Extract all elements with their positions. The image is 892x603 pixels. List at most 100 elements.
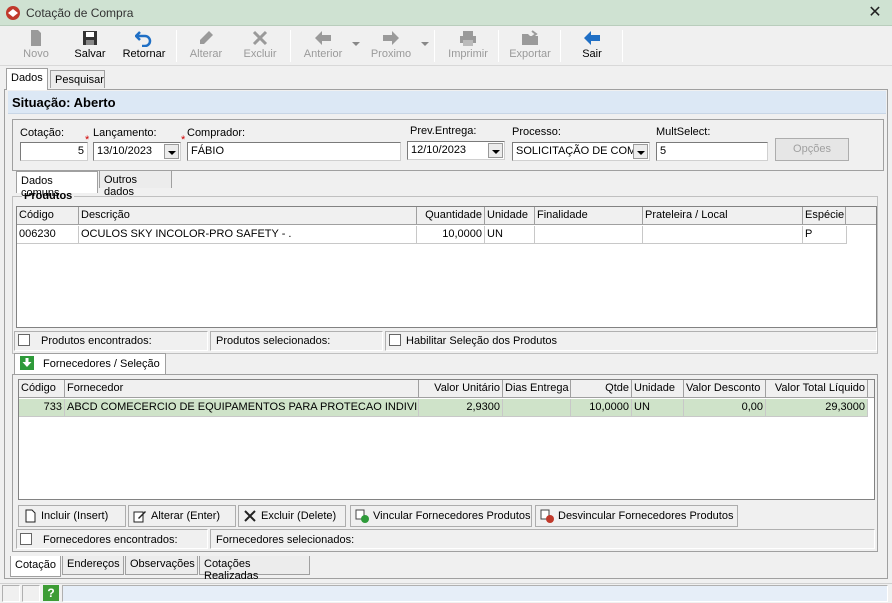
col-valor-unitario[interactable]: Valor Unitário: [419, 380, 503, 398]
new-document-icon: [31, 30, 41, 46]
multselect-field[interactable]: 5: [656, 142, 768, 161]
cell-codigo: 006230: [17, 226, 79, 244]
alterar-label: Alterar (Enter): [151, 510, 221, 522]
alterar-toolbar-button[interactable]: Alterar: [184, 26, 228, 66]
col-quantidade[interactable]: Quantidade: [417, 207, 485, 225]
close-icon[interactable]: ✕: [862, 2, 888, 24]
excluir-toolbar-button[interactable]: Excluir: [238, 26, 282, 66]
tab-pesquisar[interactable]: Pesquisar: [50, 70, 105, 88]
table-row[interactable]: 006230 OCULOS SKY INCOLOR-PRO SAFETY - .…: [17, 226, 847, 244]
col-unidade[interactable]: Unidade: [485, 207, 535, 225]
chevron-down-icon[interactable]: [633, 144, 648, 159]
situacao-text: Situação: Aberto: [12, 95, 116, 110]
lancamento-date-field[interactable]: 13/10/2023: [93, 142, 181, 161]
cell-especie: P: [803, 226, 847, 244]
produtos-grid[interactable]: Código Descrição Quantidade Unidade Fina…: [16, 206, 877, 328]
help-icon[interactable]: ?: [43, 585, 59, 601]
sair-label: Sair: [582, 48, 602, 60]
arrow-left-icon: [315, 31, 331, 45]
edit-icon: [200, 31, 213, 44]
cell-dias-entrega: [503, 399, 571, 417]
fornecedores-grid[interactable]: Código Fornecedor Valor Unitário Dias En…: [18, 379, 875, 500]
tab-fornecedores-selecao[interactable]: Fornecedores / Seleção: [14, 353, 166, 374]
col-valor-desconto[interactable]: Valor Desconto: [684, 380, 766, 398]
col-valor-total[interactable]: Valor Total Líquido: [766, 380, 868, 398]
title-bar: Cotação de Compra ✕: [0, 0, 892, 26]
proximo-dropdown-icon[interactable]: [421, 42, 429, 46]
col-prateleira[interactable]: Prateleira / Local: [643, 207, 803, 225]
comprador-label: Comprador:: [187, 127, 246, 139]
comprador-field[interactable]: FÁBIO: [187, 142, 401, 161]
tab-enderecos[interactable]: Endereços: [62, 556, 124, 575]
calendar-dropdown-icon[interactable]: [488, 143, 503, 158]
col-dias-entrega[interactable]: Dias Entrega: [503, 380, 571, 398]
imprimir-label: Imprimir: [448, 48, 488, 60]
col-descricao[interactable]: Descrição: [79, 207, 417, 225]
incluir-button[interactable]: Incluir (Insert): [18, 505, 126, 527]
tab-cotacao[interactable]: Cotação: [10, 556, 61, 577]
tab-dados-comuns[interactable]: Dados comuns: [16, 171, 98, 199]
printer-icon: [460, 31, 476, 46]
incluir-label: Incluir (Insert): [41, 510, 109, 522]
tab-observacoes[interactable]: Observações: [125, 556, 198, 575]
tab-outros-dados[interactable]: Outros dados: [99, 170, 172, 198]
retornar-button[interactable]: Retornar: [118, 26, 170, 66]
vincular-button[interactable]: Vincular Fornecedores Produtos: [350, 505, 532, 527]
habilitar-selecao-label: Habilitar Seleção dos Produtos: [406, 335, 558, 347]
processo-select[interactable]: SOLICITAÇÃO DE COM: [512, 142, 650, 161]
novo-button[interactable]: Novo: [14, 26, 58, 66]
exportar-button[interactable]: Exportar: [506, 26, 554, 66]
fornecedores-selecionados-label: Fornecedores selecionados:: [216, 534, 355, 546]
export-folder-icon: [522, 30, 538, 45]
processo-value: SOLICITAÇÃO DE COM: [516, 145, 637, 157]
link-green-icon: [355, 509, 369, 523]
prev-entrega-date-field[interactable]: 12/10/2023: [407, 141, 505, 160]
toolbar-separator: [290, 30, 291, 62]
anterior-dropdown-icon[interactable]: [352, 42, 360, 46]
delete-x-icon: [252, 30, 268, 46]
cotacao-field[interactable]: 5: [20, 142, 88, 161]
app-icon: [6, 6, 20, 20]
delete-x-icon: [244, 510, 256, 522]
col-finalidade[interactable]: Finalidade: [535, 207, 643, 225]
calendar-dropdown-icon[interactable]: [164, 144, 179, 159]
tab-cotacoes-realizadas[interactable]: Cotações Realizadas: [199, 556, 310, 582]
imprimir-button[interactable]: Imprimir: [444, 26, 492, 66]
tab-dados[interactable]: Dados: [6, 68, 48, 90]
col-fornecedor[interactable]: Fornecedor: [65, 380, 419, 398]
prev-entrega-label: Prev.Entrega:: [410, 125, 477, 137]
proximo-button[interactable]: Proximo: [366, 26, 416, 66]
cell-qtde: 10,0000: [571, 399, 632, 417]
excluir-button[interactable]: Excluir (Delete): [238, 505, 346, 527]
col-codigo[interactable]: Código: [19, 380, 65, 398]
fornecedores-checkbox[interactable]: [20, 533, 32, 545]
cell-valor-desconto: 0,00: [684, 399, 766, 417]
prev-entrega-value: 12/10/2023: [411, 144, 467, 156]
lancamento-value: 13/10/2023: [97, 145, 153, 157]
edit-pencil-icon: [133, 511, 146, 523]
sair-button[interactable]: Sair: [570, 26, 614, 66]
alterar-button[interactable]: Alterar (Enter): [128, 505, 236, 527]
toolbar-separator: [498, 30, 499, 62]
proximo-label: Proximo: [370, 48, 412, 60]
col-especie[interactable]: Espécie: [803, 207, 846, 225]
toolbar-separator: [560, 30, 561, 62]
anterior-button[interactable]: Anterior: [298, 26, 348, 66]
table-row-selected[interactable]: 733 ABCD COMECERCIO DE EQUIPAMENTOS PARA…: [19, 399, 868, 417]
required-mark: *: [181, 134, 186, 146]
col-codigo[interactable]: Código: [17, 207, 79, 225]
window-title: Cotação de Compra: [26, 6, 134, 20]
produtos-selecionados-label: Produtos selecionados:: [216, 335, 331, 347]
fornecedores-encontrados-label: Fornecedores encontrados:: [43, 534, 178, 546]
col-qtde[interactable]: Qtde: [571, 380, 632, 398]
opcoes-button[interactable]: Opções: [775, 138, 849, 161]
toolbar-separator: [176, 30, 177, 62]
salvar-button[interactable]: Salvar: [68, 26, 112, 66]
cell-unidade: UN: [485, 226, 535, 244]
arrow-right-icon: [383, 31, 399, 45]
col-unidade[interactable]: Unidade: [632, 380, 684, 398]
produtos-checkbox[interactable]: [18, 334, 30, 346]
habilitar-selecao-checkbox[interactable]: [389, 334, 401, 346]
desvincular-button[interactable]: Desvincular Fornecedores Produtos: [535, 505, 738, 527]
cell-fornecedor: ABCD COMECERCIO DE EQUIPAMENTOS PARA PRO…: [65, 399, 419, 417]
